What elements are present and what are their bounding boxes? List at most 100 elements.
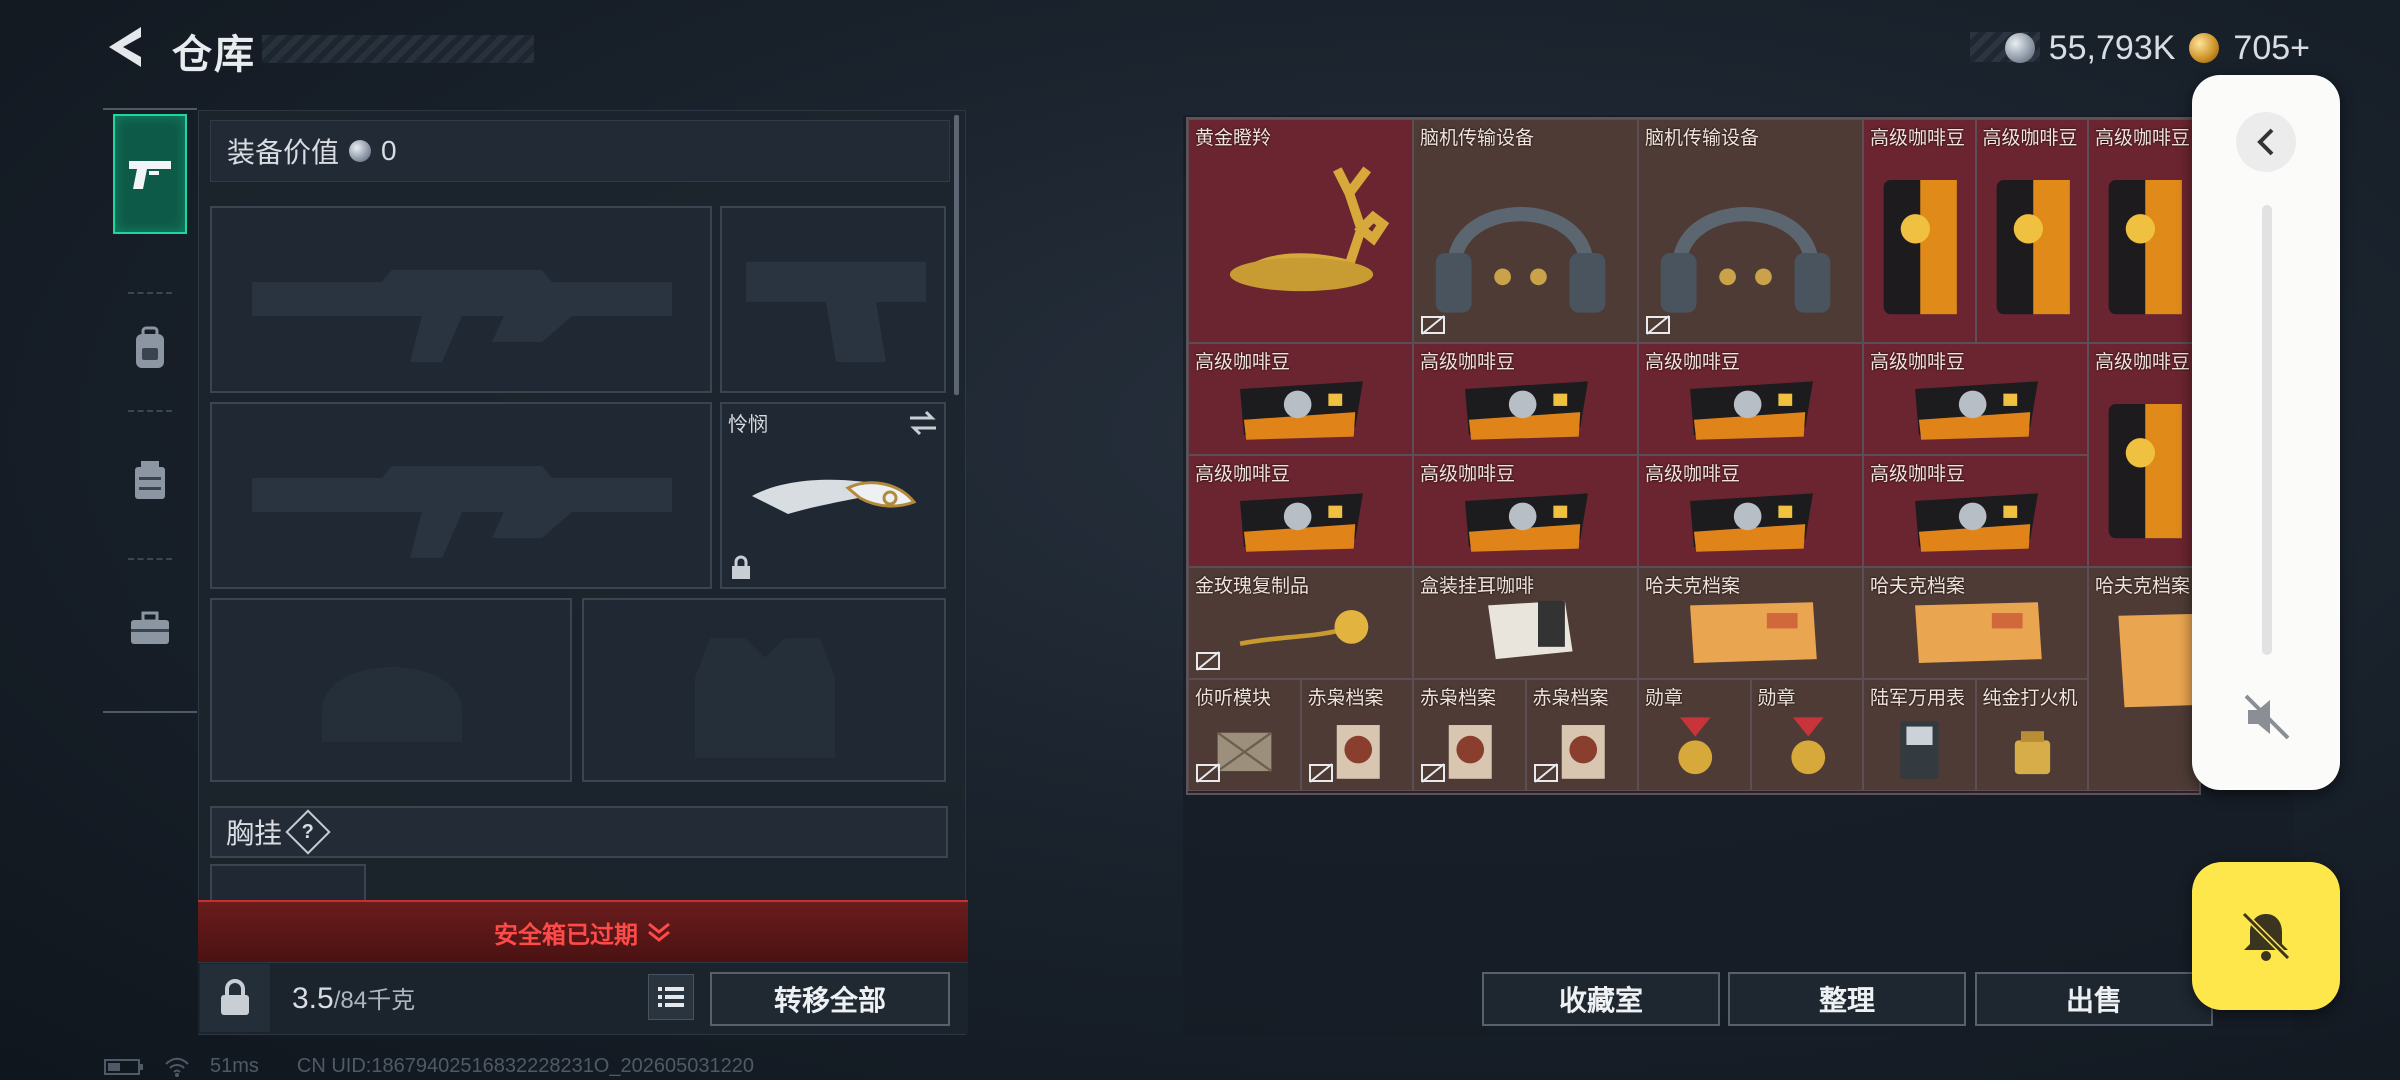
no-drop-icon bbox=[1533, 763, 1558, 783]
swap-icon[interactable] bbox=[908, 410, 938, 436]
tab-toolbox[interactable] bbox=[113, 568, 187, 688]
inventory-item[interactable]: 勋章 bbox=[1750, 679, 1863, 791]
inventory-item[interactable]: 高级咖啡豆 bbox=[1413, 343, 1638, 455]
inventory-item[interactable]: 盒装挂耳咖啡 bbox=[1413, 567, 1638, 679]
volume-slider[interactable] bbox=[2262, 205, 2272, 655]
safe-box-status: 安全箱已过期 bbox=[494, 921, 638, 949]
inventory-item[interactable]: 高级咖啡豆 bbox=[1638, 455, 1863, 567]
medal-item-icon bbox=[1790, 717, 1825, 775]
equipment-scrollbar[interactable] bbox=[954, 115, 959, 395]
inventory-item-label: 高级咖啡豆 bbox=[1870, 128, 1966, 149]
inventory-item[interactable]: 高级咖啡豆 bbox=[1975, 119, 2088, 343]
help-icon[interactable]: ? bbox=[285, 809, 331, 855]
no-drop-icon bbox=[1421, 763, 1445, 783]
no-drop-icon bbox=[1196, 651, 1220, 671]
inventory-item-label: 高级咖啡豆 bbox=[1645, 464, 1741, 485]
pack-item-icon bbox=[1690, 381, 1813, 440]
inventory-item[interactable]: 高级咖啡豆 bbox=[1413, 455, 1638, 567]
inventory-item[interactable]: 勋章 bbox=[1638, 679, 1751, 791]
chest-rig-slot[interactable] bbox=[210, 864, 366, 904]
lock-icon bbox=[732, 555, 750, 579]
pack-item-icon bbox=[1240, 493, 1363, 552]
collection-room-button[interactable]: 收藏室 bbox=[1482, 972, 1720, 1026]
pack-item-icon bbox=[1465, 381, 1588, 440]
no-drop-icon bbox=[1308, 763, 1333, 783]
inventory-item[interactable]: 赤枭档案 bbox=[1413, 679, 1526, 791]
inventory-item[interactable]: 黄金瞪羚 bbox=[1188, 119, 1413, 343]
inventory-item[interactable]: 高级咖啡豆 bbox=[1863, 455, 2088, 567]
inventory-item[interactable]: 哈夫克档案 bbox=[1638, 567, 1863, 679]
tab-weapons[interactable] bbox=[113, 114, 187, 234]
inventory-item-label: 侦听模块 bbox=[1195, 688, 1272, 709]
inventory-item[interactable]: 纯金打火机 bbox=[1975, 679, 2088, 791]
rose-item-icon bbox=[1239, 609, 1369, 647]
rail-separator bbox=[128, 410, 172, 412]
sell-button[interactable]: 出售 bbox=[1975, 972, 2213, 1026]
inventory-item[interactable]: 陆军万用表 bbox=[1863, 679, 1976, 791]
inventory-item[interactable]: 高级咖啡豆 bbox=[2088, 119, 2199, 343]
transfer-all-button[interactable]: 转移全部 bbox=[710, 972, 950, 1026]
tab-backpack[interactable] bbox=[113, 288, 187, 408]
gold-coin-icon bbox=[2189, 33, 2220, 63]
equipment-value: 0 bbox=[381, 135, 397, 166]
organize-button[interactable]: 整理 bbox=[1728, 972, 1966, 1026]
inventory-item[interactable]: 脑机传输设备 bbox=[1638, 119, 1863, 343]
inventory-item[interactable]: 高级咖啡豆 bbox=[2088, 343, 2199, 567]
inventory-item[interactable]: 赤枭档案 bbox=[1300, 679, 1413, 791]
headset-item-icon bbox=[1660, 207, 1831, 313]
box-item-icon bbox=[1488, 600, 1573, 660]
inventory-item-label: 高级咖啡豆 bbox=[2095, 128, 2191, 149]
weight-lock-button[interactable] bbox=[200, 964, 270, 1032]
pack-item-icon bbox=[1915, 381, 2038, 440]
inventory-item[interactable]: 高级咖啡豆 bbox=[1863, 343, 2088, 455]
inventory-item[interactable]: 高级咖啡豆 bbox=[1188, 455, 1413, 567]
deer-item-icon bbox=[1229, 166, 1390, 292]
tab-case[interactable] bbox=[113, 420, 187, 540]
equipment-value-row: 装备价值 0 bbox=[210, 120, 950, 182]
notification-mute-button[interactable] bbox=[2192, 862, 2340, 1010]
pack-item-icon bbox=[1690, 493, 1813, 552]
melee-weapon-label: 怜悯 bbox=[728, 414, 768, 436]
doc-item-icon bbox=[2118, 613, 2197, 708]
inventory-item[interactable]: 赤枭档案 bbox=[1525, 679, 1638, 791]
lighter-item-icon bbox=[2014, 731, 2050, 775]
back-button[interactable] bbox=[100, 22, 150, 72]
headset-item-icon bbox=[1435, 207, 1606, 313]
inventory-item-label: 高级咖啡豆 bbox=[2095, 352, 2191, 373]
ping-value: 51ms bbox=[210, 1055, 259, 1077]
primary-weapon-slot[interactable] bbox=[210, 206, 712, 393]
help-mark: ? bbox=[301, 820, 315, 843]
pistol-silhouette-icon bbox=[746, 262, 926, 362]
secondary-weapon-slot[interactable] bbox=[720, 206, 946, 393]
inventory-item[interactable]: 哈夫克档案 bbox=[1863, 567, 2088, 679]
inventory-item-label: 纯金打火机 bbox=[1982, 688, 2078, 709]
inventory-item-label: 赤枭档案 bbox=[1420, 688, 1497, 709]
primary-weapon-slot-2[interactable] bbox=[210, 402, 712, 589]
inventory-item[interactable]: 高级咖啡豆 bbox=[1863, 119, 1976, 343]
list-view-button[interactable] bbox=[648, 974, 694, 1020]
inventory-item[interactable]: 脑机传输设备 bbox=[1413, 119, 1638, 343]
speaker-mute-icon[interactable] bbox=[2240, 690, 2294, 744]
inventory-item-label: 高级咖啡豆 bbox=[1195, 464, 1291, 485]
inventory-item-label: 高级咖啡豆 bbox=[1420, 464, 1516, 485]
inventory-item[interactable]: 哈夫克档案 bbox=[2088, 567, 2199, 791]
inventory-item-label: 哈夫克档案 bbox=[2095, 576, 2191, 597]
inventory-item[interactable]: 高级咖啡豆 bbox=[1638, 343, 1863, 455]
equipment-value-label: 装备价值 bbox=[227, 137, 340, 168]
armor-slot[interactable] bbox=[582, 598, 946, 782]
inventory-item[interactable]: 金玫瑰复制品 bbox=[1188, 567, 1413, 679]
safe-box-expired-bar[interactable]: 安全箱已过期 bbox=[198, 900, 968, 962]
helmet-slot[interactable] bbox=[210, 598, 572, 782]
chest-rig-row[interactable]: 胸挂 ? bbox=[210, 806, 948, 858]
inventory-item[interactable]: 侦听模块 bbox=[1188, 679, 1301, 791]
inventory-item-label: 金玫瑰复制品 bbox=[1195, 576, 1310, 597]
back-arrow-icon bbox=[109, 27, 141, 67]
floating-collapse-button[interactable] bbox=[2236, 112, 2296, 172]
inventory-item-label: 高级咖啡豆 bbox=[1195, 352, 1291, 373]
silver-currency-amount: 55,793K bbox=[2048, 28, 2176, 67]
helmet-silhouette-icon bbox=[322, 667, 462, 742]
list-icon bbox=[658, 987, 684, 1007]
gold-currency-add[interactable]: + bbox=[2290, 29, 2310, 67]
inventory-item[interactable]: 高级咖啡豆 bbox=[1188, 343, 1413, 455]
melee-weapon-slot[interactable]: 怜悯 bbox=[720, 402, 946, 589]
